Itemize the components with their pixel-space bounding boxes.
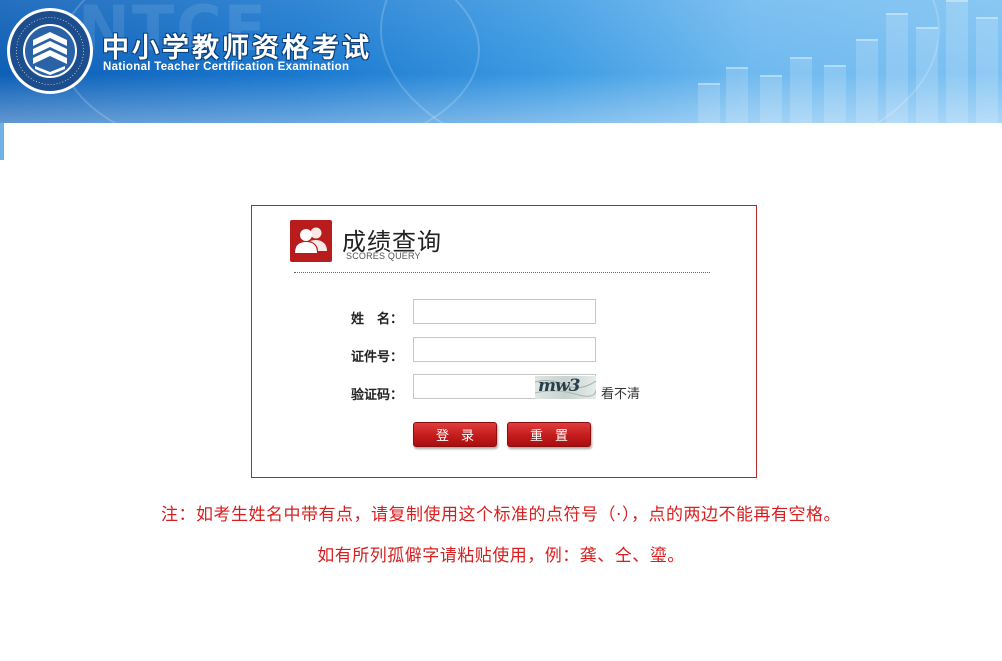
captcha-refresh-link[interactable]: 看不清 xyxy=(601,383,640,402)
name-input[interactable] xyxy=(414,300,595,323)
id-number-input[interactable] xyxy=(414,338,595,361)
id-label: 证件号： xyxy=(351,350,404,365)
reset-button[interactable]: 重置 xyxy=(507,422,591,447)
captcha-text: mw3 xyxy=(538,376,580,396)
id-field-box xyxy=(413,337,596,362)
panel-subtitle: SCORES QUERY xyxy=(346,251,421,261)
ntce-logo xyxy=(7,8,93,94)
users-icon xyxy=(290,220,332,262)
site-subtitle: National Teacher Certification Examinati… xyxy=(103,61,350,73)
login-button[interactable]: 登录 xyxy=(413,422,497,447)
title-divider xyxy=(294,272,710,273)
site-header: NTCE 中小学教师资格考试 National Teacher Certific… xyxy=(0,0,1002,123)
left-accent-strip xyxy=(0,123,4,160)
site-title: 中小学教师资格考试 xyxy=(102,33,372,64)
captcha-image[interactable]: mw3 xyxy=(535,376,596,399)
note-rare-characters: 如有所列孤僻字请粘贴使用，例：龚、仝、瑬。 xyxy=(317,546,685,566)
captcha-label: 验证码： xyxy=(351,388,404,403)
note-dot-symbol: 注：如考生姓名中带有点，请复制使用这个标准的点符号（·），点的两边不能再有空格。 xyxy=(161,505,841,525)
score-query-panel: 成绩查询 SCORES QUERY 姓 名： 证件号： 验证码： mw3 看不清… xyxy=(251,205,757,478)
name-label: 姓 名： xyxy=(351,312,404,327)
name-field-box xyxy=(413,299,596,324)
captcha-input[interactable] xyxy=(414,375,534,398)
